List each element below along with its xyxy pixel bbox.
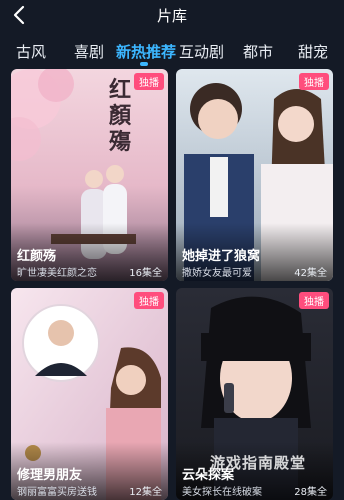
tab-xinre-tuijian[interactable]: 新热推荐 <box>116 41 176 62</box>
episode-count: 16集全 <box>129 268 162 279</box>
poster-title-art: 红顏殤 <box>109 77 132 155</box>
exclusive-badge: 独播 <box>299 73 329 90</box>
card-title: 她掉进了狼窝 <box>182 249 261 264</box>
page-title: 片库 <box>156 7 187 25</box>
drama-card[interactable]: 红顏殤 独播 红颜殇 旷世凄美红颜之恋 16集全 <box>11 69 168 281</box>
top-bar: 片库 <box>0 0 344 30</box>
exclusive-badge: 独播 <box>134 73 164 90</box>
card-subtitle: 旷世凄美红颜之恋 <box>17 268 97 279</box>
exclusive-badge: 独播 <box>134 292 164 309</box>
tab-dushi[interactable]: 都市 <box>243 41 273 62</box>
drama-card[interactable]: 独播 修理男朋友 钢丽富富买房送钱 12集全 <box>11 288 168 500</box>
watermark: 游戏指南殿堂 <box>210 454 307 472</box>
tab-gufeng[interactable]: 古风 <box>16 41 46 62</box>
category-tabs: 古风 喜剧 新热推荐 互动剧 都市 甜宠 <box>0 38 344 66</box>
drama-grid: 红顏殤 独播 红颜殇 旷世凄美红颜之恋 16集全 独播 她掉进了狼窝 撒娇女友最… <box>0 66 344 500</box>
tab-xiju[interactable]: 喜剧 <box>74 41 104 62</box>
episode-count: 42集全 <box>294 268 327 279</box>
card-title: 红颜殇 <box>17 249 57 264</box>
card-title: 修理男朋友 <box>17 468 83 483</box>
drama-card[interactable]: 独播 她掉进了狼窝 撒娇女友最可爱 42集全 <box>176 69 333 281</box>
card-subtitle: 美女探长在线破案 <box>182 487 262 498</box>
card-subtitle: 撒娇女友最可爱 <box>182 268 252 279</box>
tab-tianchong[interactable]: 甜宠 <box>298 41 328 62</box>
tab-hudongju[interactable]: 互动剧 <box>179 41 224 62</box>
episode-count: 28集全 <box>294 487 327 498</box>
exclusive-badge: 独播 <box>299 292 329 309</box>
card-subtitle: 钢丽富富买房送钱 <box>17 487 97 498</box>
episode-count: 12集全 <box>129 487 162 498</box>
